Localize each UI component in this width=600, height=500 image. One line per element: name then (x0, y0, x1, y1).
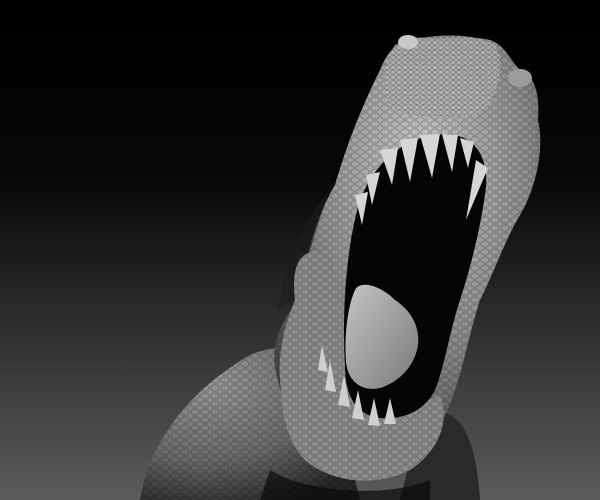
render-viewport (0, 0, 600, 500)
dinosaur-render (0, 0, 600, 500)
